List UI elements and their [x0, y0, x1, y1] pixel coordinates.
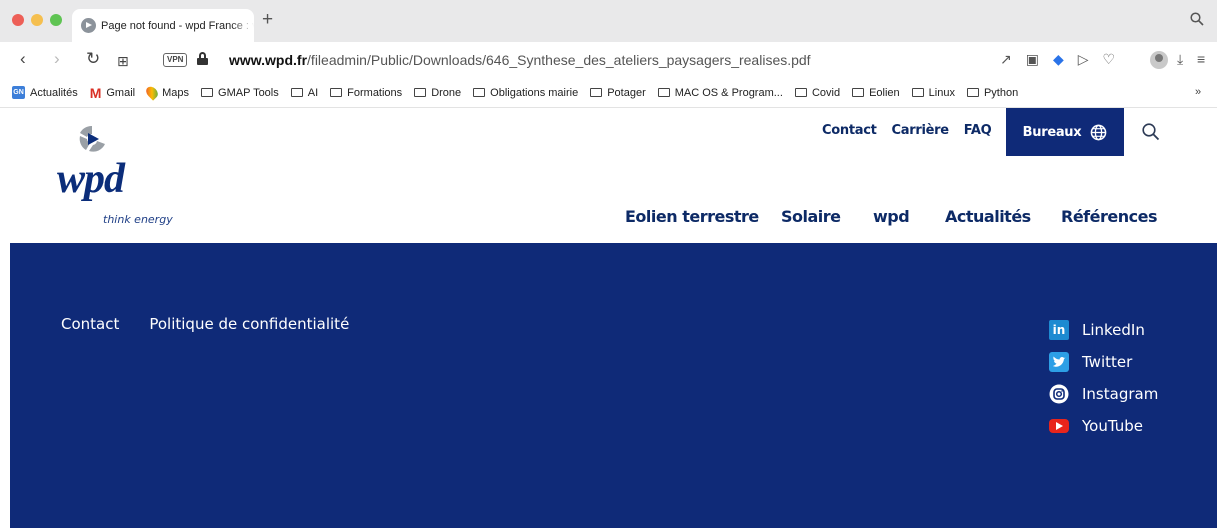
url-domain: www.wpd.fr [229, 52, 308, 68]
bookmark-folder-obligations-mairie[interactable]: Obligations mairie [473, 87, 578, 99]
forward-arrow-icon[interactable]: › [54, 50, 60, 68]
maximize-window-button[interactable] [50, 14, 62, 26]
folder-icon [911, 88, 924, 97]
social-youtube-link[interactable]: YouTube [1049, 410, 1158, 442]
nav-careers-link[interactable]: Carrière [892, 123, 950, 138]
offices-button[interactable]: Bureaux [1006, 108, 1124, 156]
maps-icon [143, 84, 161, 101]
social-instagram-link[interactable]: Instagram [1049, 378, 1158, 410]
vpn-badge[interactable]: VPN [163, 53, 188, 67]
nav-contact-link[interactable]: Contact [822, 123, 877, 138]
bookmark-folder-eolien[interactable]: Eolien [852, 87, 900, 99]
site-favicon-icon [81, 18, 96, 33]
folder-icon [290, 88, 303, 97]
menu-icon[interactable]: ≡ [1197, 51, 1205, 67]
site-header: wpd think energy Contact Carrière FAQ Bu… [0, 108, 1217, 243]
site-search-icon[interactable] [1141, 122, 1161, 142]
bookmark-folder-drone[interactable]: Drone [414, 87, 461, 99]
bookmark-folder-linux[interactable]: Linux [911, 87, 955, 99]
bookmark-folder-ai[interactable]: AI [290, 87, 318, 99]
utility-nav: Contact Carrière FAQ [822, 123, 1006, 138]
folder-icon [794, 88, 807, 97]
google-news-icon: GN [12, 86, 25, 99]
back-arrow-icon[interactable]: ‹ [20, 50, 26, 68]
bookmark-gmail[interactable]: M Gmail [90, 85, 135, 101]
shield-icon[interactable]: ◆ [1053, 51, 1064, 68]
url-path: /fileadmin/Public/Downloads/646_Synthese… [307, 52, 811, 68]
tab-search-icon[interactable] [1190, 12, 1204, 30]
bookmark-folder-formations[interactable]: Formations [330, 87, 402, 99]
nav-solar[interactable]: Solaire [781, 207, 841, 226]
new-tab-plus-icon[interactable]: + [262, 10, 273, 29]
bookmark-maps[interactable]: Maps [143, 84, 189, 101]
social-twitter-link[interactable]: Twitter [1049, 346, 1158, 378]
nav-wpd[interactable]: wpd [873, 207, 910, 226]
folder-icon [590, 88, 603, 97]
profile-avatar[interactable] [1150, 51, 1168, 69]
bookmark-actualites[interactable]: GN Actualités [12, 86, 78, 99]
folder-icon [657, 88, 670, 97]
send-icon[interactable]: ▷ [1078, 51, 1089, 68]
footer-links: Contact Politique de confidentialité [61, 315, 379, 333]
wpd-logo-mark-icon [79, 125, 105, 152]
bookmarks-overflow-chevron-icon[interactable]: » [1195, 86, 1201, 98]
bookmark-folder-python[interactable]: Python [966, 87, 1018, 99]
browser-tab-bar: Page not found - wpd France : v + [0, 0, 1217, 42]
download-icon[interactable]: ⤓ [1177, 51, 1183, 68]
globe-icon [1091, 124, 1107, 140]
youtube-icon [1049, 419, 1069, 433]
social-links: in LinkedIn Twitter Instagram YouTube [1049, 314, 1158, 442]
folder-icon [473, 88, 486, 97]
twitter-icon [1049, 352, 1069, 372]
footer-privacy-link[interactable]: Politique de confidentialité [149, 315, 349, 333]
logo-tagline: think energy [103, 213, 173, 226]
folder-icon [852, 88, 865, 97]
gmail-icon: M [89, 84, 102, 101]
site-footer: Contact Politique de confidentialité in … [10, 243, 1217, 528]
folder-icon [414, 88, 427, 97]
folder-icon [330, 88, 343, 97]
bookmark-folder-potager[interactable]: Potager [590, 87, 646, 99]
instagram-icon [1049, 384, 1069, 404]
folder-icon [201, 88, 214, 97]
close-window-button[interactable] [12, 14, 24, 26]
share-icon[interactable]: ↗ [1000, 51, 1012, 68]
address-bar-actions: ↗ ▣ ◆ ▷ ♡ [1000, 51, 1115, 68]
nav-news[interactable]: Actualités [945, 207, 1031, 226]
nav-onshore-wind[interactable]: Eolien terrestre [625, 207, 759, 226]
logo-wordmark: wpd [57, 156, 125, 202]
lock-icon[interactable] [197, 52, 208, 65]
address-bar-row: ‹ › ↻ ⊞ VPN www.wpd.fr/fileadmin/Public/… [0, 42, 1217, 78]
bookmark-folder-gmap-tools[interactable]: GMAP Tools [201, 87, 279, 99]
social-linkedin-link[interactable]: in LinkedIn [1049, 314, 1158, 346]
minimize-window-button[interactable] [31, 14, 43, 26]
camera-icon[interactable]: ▣ [1026, 51, 1039, 68]
folder-icon [966, 88, 979, 97]
nav-references[interactable]: Références [1061, 207, 1157, 226]
wpd-logo[interactable]: wpd think energy [57, 124, 197, 234]
speed-dial-grid-icon[interactable]: ⊞ [117, 52, 129, 70]
heart-icon[interactable]: ♡ [1103, 51, 1116, 68]
offices-label: Bureaux [1022, 124, 1082, 140]
url-field[interactable]: www.wpd.fr/fileadmin/Public/Downloads/64… [229, 52, 811, 68]
bookmark-folder-covid[interactable]: Covid [794, 87, 840, 99]
nav-faq-link[interactable]: FAQ [964, 123, 992, 138]
reload-icon[interactable]: ↻ [86, 50, 100, 68]
bookmarks-bar: GN Actualités M Gmail Maps GMAP Tools AI F… [0, 78, 1217, 108]
tab-title: Page not found - wpd France : v [101, 19, 254, 32]
browser-tab-active[interactable]: Page not found - wpd France : v [72, 9, 254, 42]
linkedin-icon: in [1049, 320, 1069, 340]
bookmark-folder-mac-os[interactable]: MAC OS & Program... [657, 87, 783, 99]
footer-contact-link[interactable]: Contact [61, 315, 119, 333]
